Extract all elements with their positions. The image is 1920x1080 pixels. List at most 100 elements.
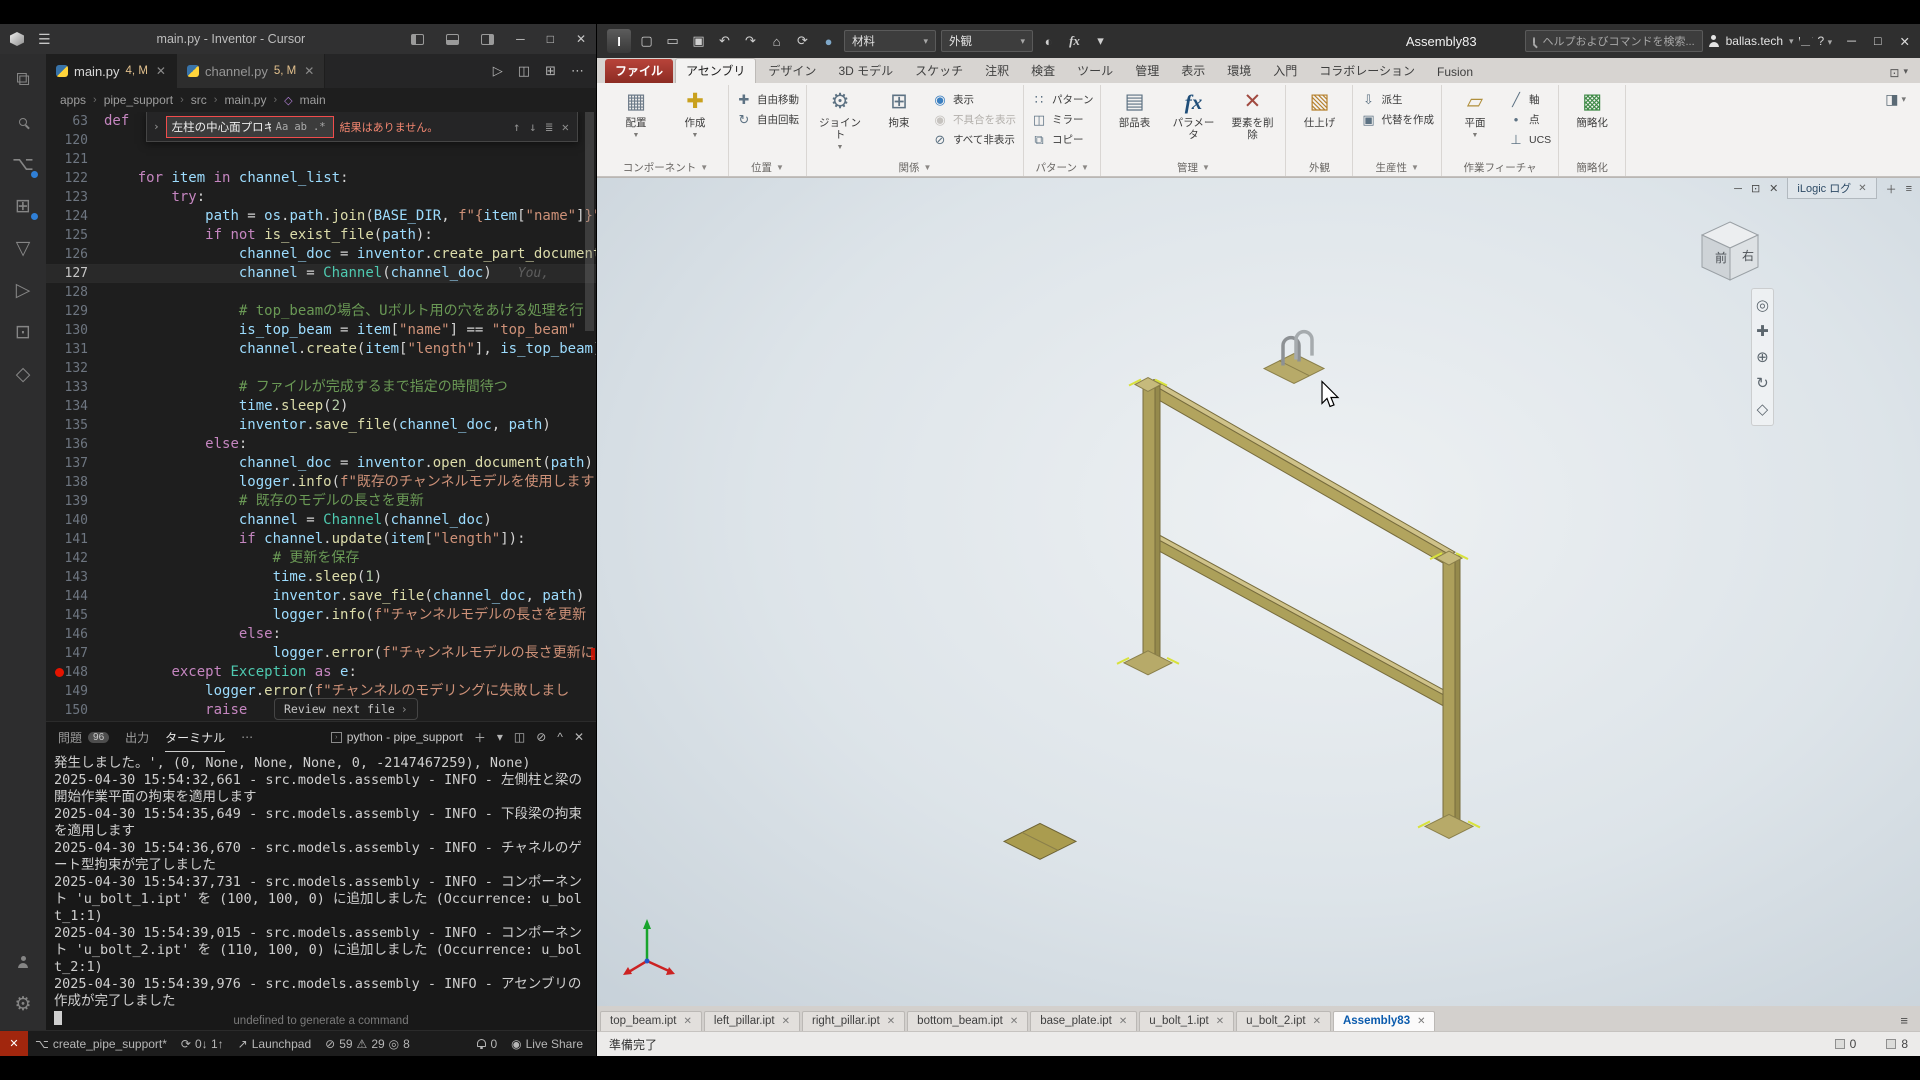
testing-icon[interactable]: ▽ <box>0 228 46 268</box>
view-cube[interactable]: 前 右 <box>1690 214 1770 299</box>
find-close-icon[interactable]: ✕ <box>562 120 569 134</box>
line-number[interactable]: 142 <box>46 549 104 568</box>
code-line-144[interactable]: 144 inventor.save_file(channel_doc, path… <box>46 587 596 606</box>
zoom-icon[interactable]: ⊕ <box>1756 348 1769 366</box>
editor-scrollbar[interactable] <box>582 112 596 721</box>
editor-tab-main.py[interactable]: main.py4, M✕ <box>46 54 177 88</box>
ribbon-button-すべて非表示[interactable]: ⊘すべて非表示 <box>932 131 1016 148</box>
more-actions-button[interactable]: ⋯ <box>571 63 584 79</box>
ribbon-group-label[interactable]: 外観 <box>1293 159 1345 176</box>
code-line-129[interactable]: 129 # top_beamの場合、Uボルト用の穴をあける処理を行 <box>46 302 596 321</box>
line-number[interactable]: 127 <box>46 264 104 283</box>
close-icon[interactable]: ✕ <box>1010 1016 1018 1027</box>
review-next-file-tooltip[interactable]: Review next file › <box>274 698 418 720</box>
breadcrumb-item[interactable]: src <box>191 93 207 107</box>
remote-explorer-icon[interactable]: ⊡ <box>0 312 46 352</box>
viewport-minimize-icon[interactable]: ─ <box>1734 183 1742 195</box>
ribbon-button-代替を作成[interactable]: ▣代替を作成 <box>1360 111 1434 128</box>
close-panel-icon[interactable]: ✕ <box>574 730 584 744</box>
ribbon-button-自由移動[interactable]: ✚自由移動 <box>736 91 799 108</box>
adjust-icon[interactable]: ◐ <box>1038 31 1059 52</box>
line-number[interactable]: 122 <box>46 169 104 188</box>
navigation-wheel-icon[interactable]: ◎ <box>1756 296 1769 314</box>
maximize-button[interactable]: □ <box>547 32 554 46</box>
line-number[interactable]: 128 <box>46 283 104 302</box>
open-icon[interactable]: ▭ <box>662 31 683 52</box>
line-number[interactable]: 141 <box>46 530 104 549</box>
search-icon[interactable] <box>0 102 46 142</box>
account-menu[interactable]: ballas.tech ▾ <box>1708 34 1794 48</box>
maximize-panel-icon[interactable]: ^ <box>557 730 563 744</box>
line-number[interactable]: 121 <box>46 150 104 169</box>
line-number[interactable]: 120 <box>46 131 104 150</box>
line-number[interactable]: 130 <box>46 321 104 340</box>
code-editor[interactable]: 63def 120121122 for item in channel_list… <box>46 112 596 721</box>
orbit-icon[interactable]: ↻ <box>1756 374 1769 392</box>
ribbon-tab-管理[interactable]: 管理 <box>1125 59 1169 83</box>
sync-item[interactable]: ⟳ 0↓ 1↑ <box>174 1031 231 1056</box>
line-number[interactable]: 132 <box>46 359 104 378</box>
close-button[interactable]: ✕ <box>1900 34 1910 49</box>
code-line-124[interactable]: 124 path = os.path.join(BASE_DIR, f"{ite… <box>46 207 596 226</box>
close-icon[interactable]: ✕ <box>1858 183 1866 194</box>
code-line-134[interactable]: 134 time.sleep(2) <box>46 397 596 416</box>
find-next-icon[interactable]: ↓ <box>529 120 536 134</box>
appearance-combo[interactable]: 外観▾ <box>941 30 1033 52</box>
code-line-135[interactable]: 135 inventor.save_file(channel_doc, path… <box>46 416 596 435</box>
terminal-dropdown-icon[interactable]: ▾ <box>497 730 503 744</box>
doc-tab-left_pillar.ipt[interactable]: left_pillar.ipt✕ <box>704 1011 800 1031</box>
ribbon-group-label[interactable]: パターン▼ <box>1031 159 1093 176</box>
panel-tab-ターミナル[interactable]: ターミナル <box>165 722 225 752</box>
ribbon-group-label[interactable]: 位置▼ <box>736 159 799 176</box>
code-line-130[interactable]: 130 is_top_beam = item["name"] == "top_b… <box>46 321 596 340</box>
breadcrumb-item[interactable]: main <box>300 93 326 107</box>
line-number[interactable]: 149 <box>46 682 104 701</box>
settings-gear-icon[interactable]: ⚙ <box>0 984 46 1024</box>
close-icon[interactable]: ✕ <box>1119 1016 1127 1027</box>
maximize-button[interactable]: □ <box>1874 34 1882 48</box>
ribbon-group-label[interactable]: 作業フィーチャ <box>1449 159 1551 176</box>
ribbon-tab-デザイン[interactable]: デザイン <box>758 59 826 83</box>
breadcrumb-item[interactable]: main.py <box>224 93 266 107</box>
close-icon[interactable]: ✕ <box>1216 1016 1224 1027</box>
find-in-selection-icon[interactable]: ≣ <box>546 120 553 134</box>
ribbon-tab-入門[interactable]: 入門 <box>1263 59 1307 83</box>
close-icon[interactable]: ✕ <box>1313 1016 1321 1027</box>
doc-tab-menu-icon[interactable]: ≡ <box>1900 1013 1920 1031</box>
line-number[interactable]: 140 <box>46 511 104 530</box>
ribbon-button-作成[interactable]: ✚作成▼ <box>669 88 721 142</box>
code-line-145[interactable]: 145 logger.info(f"チャンネルモデルの長さを更新 <box>46 606 596 625</box>
line-number[interactable]: 134 <box>46 397 104 416</box>
viewcube-right-label[interactable]: 右 <box>1742 248 1754 263</box>
ribbon-tab-注釈[interactable]: 注釈 <box>975 59 1019 83</box>
line-number[interactable]: 146 <box>46 625 104 644</box>
layout-button[interactable]: ⊞ <box>545 63 556 79</box>
ribbon-button-部品表[interactable]: ▤部品表 <box>1108 88 1160 129</box>
help-button[interactable]: ? ▾ <box>1818 34 1833 48</box>
breadcrumb[interactable]: apps›pipe_support›src›main.py›◇main <box>46 88 596 112</box>
ribbon-tab-表示[interactable]: 表示 <box>1171 59 1215 83</box>
find-toggle-Aa[interactable]: Aa <box>274 121 291 133</box>
doc-tab-bottom_beam.ipt[interactable]: bottom_beam.ipt✕ <box>907 1011 1028 1031</box>
ribbon-button-パラメータ[interactable]: fxパラメータ <box>1167 88 1219 141</box>
line-number[interactable]: 143 <box>46 568 104 587</box>
editor-tab-channel.py[interactable]: channel.py5, M✕ <box>177 54 325 88</box>
close-button[interactable]: ✕ <box>576 32 586 46</box>
material-ball-icon[interactable]: ● <box>818 31 839 52</box>
ribbon-button-UCS[interactable]: ⊥UCS <box>1508 131 1551 148</box>
ribbon-button-拘束[interactable]: ⊞拘束 <box>873 88 925 129</box>
code-line-128[interactable]: 128 <box>46 283 596 302</box>
tab-menu-icon[interactable]: ≡ <box>1906 183 1912 195</box>
code-line-131[interactable]: 131 channel.create(item["length"], is_to… <box>46 340 596 359</box>
line-number[interactable]: 126 <box>46 245 104 264</box>
home-icon[interactable]: ⌂ <box>766 31 787 52</box>
line-number[interactable]: 150 <box>46 701 104 720</box>
ribbon-button-配置[interactable]: ▦配置▼ <box>610 88 662 142</box>
code-line-133[interactable]: 133 # ファイルが完成するまで指定の時間待つ <box>46 378 596 397</box>
close-icon[interactable]: ✕ <box>684 1016 692 1027</box>
code-line-121[interactable]: 121 <box>46 150 596 169</box>
refresh-icon[interactable]: ⟳ <box>792 31 813 52</box>
doc-tab-u_bolt_2.ipt[interactable]: u_bolt_2.ipt✕ <box>1236 1011 1331 1031</box>
remote-indicator[interactable]: ✕ <box>0 1031 28 1056</box>
code-line-139[interactable]: 139 # 既存のモデルの長さを更新 <box>46 492 596 511</box>
